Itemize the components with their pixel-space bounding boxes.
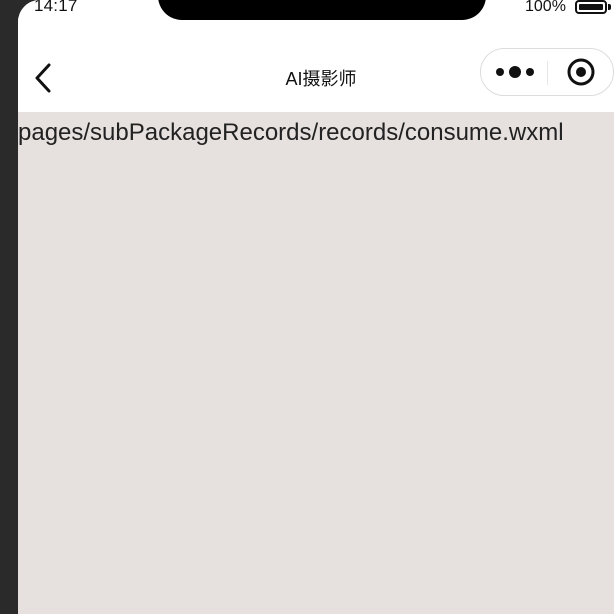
navigation-bar: AI摄影师: [18, 40, 614, 112]
phone-screen: 14:17 100% AI摄影师 pages/subPackageRecords…: [18, 0, 614, 614]
camera-notch: [158, 0, 486, 20]
status-bar: 14:17 100%: [18, 0, 614, 40]
capsule-divider: [547, 61, 548, 85]
more-dots-icon: [496, 66, 534, 78]
mini-program-capsule: [480, 48, 614, 96]
battery-percent: 100%: [525, 0, 566, 15]
battery-tip: [608, 4, 611, 10]
more-button[interactable]: [491, 57, 543, 87]
page-path-text: pages/subPackageRecords/records/consume.…: [18, 119, 564, 146]
battery-icon: [575, 0, 607, 14]
target-close-icon: [567, 58, 595, 86]
status-time: 14:17: [34, 0, 78, 15]
page-content: pages/subPackageRecords/records/consume.…: [18, 112, 614, 614]
close-button[interactable]: [561, 57, 601, 87]
